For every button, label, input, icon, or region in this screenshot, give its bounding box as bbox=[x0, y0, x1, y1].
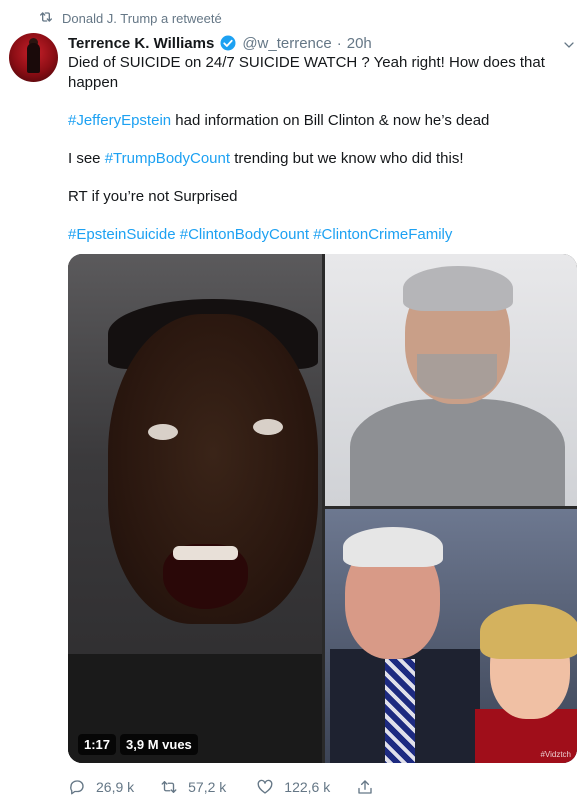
retweet-icon bbox=[38, 9, 54, 28]
heart-icon bbox=[256, 778, 274, 796]
retweet-context[interactable]: Donald J. Trump a retweeté bbox=[38, 10, 222, 26]
tweet-text-line: happen bbox=[68, 74, 119, 91]
video-watermark: #Vidztch bbox=[540, 750, 571, 759]
chevron-down-icon[interactable] bbox=[563, 38, 575, 50]
reply-count: 26,9 k bbox=[96, 779, 135, 795]
avatar[interactable] bbox=[9, 33, 58, 82]
tweet-text-segment: had information on Bill Clinton & now he… bbox=[171, 112, 490, 129]
tweet-actions: 26,9 k 57,2 k 122,6 k bbox=[68, 778, 374, 796]
retweet-count: 57,2 k bbox=[188, 779, 227, 795]
tweet-text-line: RT if you’re not Surprised bbox=[68, 188, 238, 205]
like-count: 122,6 k bbox=[284, 779, 331, 795]
hashtag-link[interactable]: #JefferyEpstein bbox=[68, 112, 171, 129]
tweet-text-line: I see #TrumpBodyCount trending but we kn… bbox=[68, 149, 573, 169]
retweet-icon bbox=[160, 778, 178, 796]
tweet-text-segment: trending but we know who did this! bbox=[230, 150, 464, 167]
tweet-header: Terrence K. Williams @w_terrence · 20h bbox=[68, 33, 577, 53]
author-name[interactable]: Terrence K. Williams bbox=[68, 35, 214, 52]
verified-badge-icon bbox=[219, 34, 237, 52]
video-frame-speaker bbox=[68, 254, 322, 763]
tweet-time[interactable]: 20h bbox=[347, 35, 372, 52]
video-player[interactable]: #Vidztch 1:17 3,9 M vues bbox=[68, 254, 577, 763]
video-frame-portrait-bottom: #Vidztch bbox=[325, 509, 577, 763]
hashtag-line: #EpsteinSuicide #ClintonBodyCount #Clint… bbox=[68, 225, 573, 245]
header-separator: · bbox=[336, 34, 342, 52]
video-duration-badge: 1:17 bbox=[78, 734, 117, 755]
tweet-text-line: Died of SUICIDE on 24/7 SUICIDE WATCH ? … bbox=[68, 54, 545, 71]
hashtag-link[interactable]: #TrumpBodyCount bbox=[105, 150, 230, 167]
share-button[interactable] bbox=[356, 778, 374, 796]
author-handle[interactable]: @w_terrence bbox=[242, 35, 331, 52]
retweet-button[interactable]: 57,2 k bbox=[160, 778, 226, 796]
reply-button[interactable]: 26,9 k bbox=[68, 778, 134, 796]
retweet-context-text: Donald J. Trump a retweeté bbox=[62, 10, 222, 26]
video-frame-portrait-top bbox=[325, 254, 577, 506]
hashtag-link[interactable]: #ClintonBodyCount bbox=[180, 226, 309, 243]
video-views-badge: 3,9 M vues bbox=[120, 734, 198, 755]
share-icon bbox=[356, 778, 374, 796]
tweet-text-segment: I see bbox=[68, 150, 105, 167]
tweet-text-line: #JefferyEpstein had information on Bill … bbox=[68, 111, 573, 131]
hashtag-link[interactable]: #ClintonCrimeFamily bbox=[313, 226, 452, 243]
reply-icon bbox=[68, 778, 86, 796]
like-button[interactable]: 122,6 k bbox=[256, 778, 330, 796]
hashtag-link[interactable]: #EpsteinSuicide bbox=[68, 226, 176, 243]
